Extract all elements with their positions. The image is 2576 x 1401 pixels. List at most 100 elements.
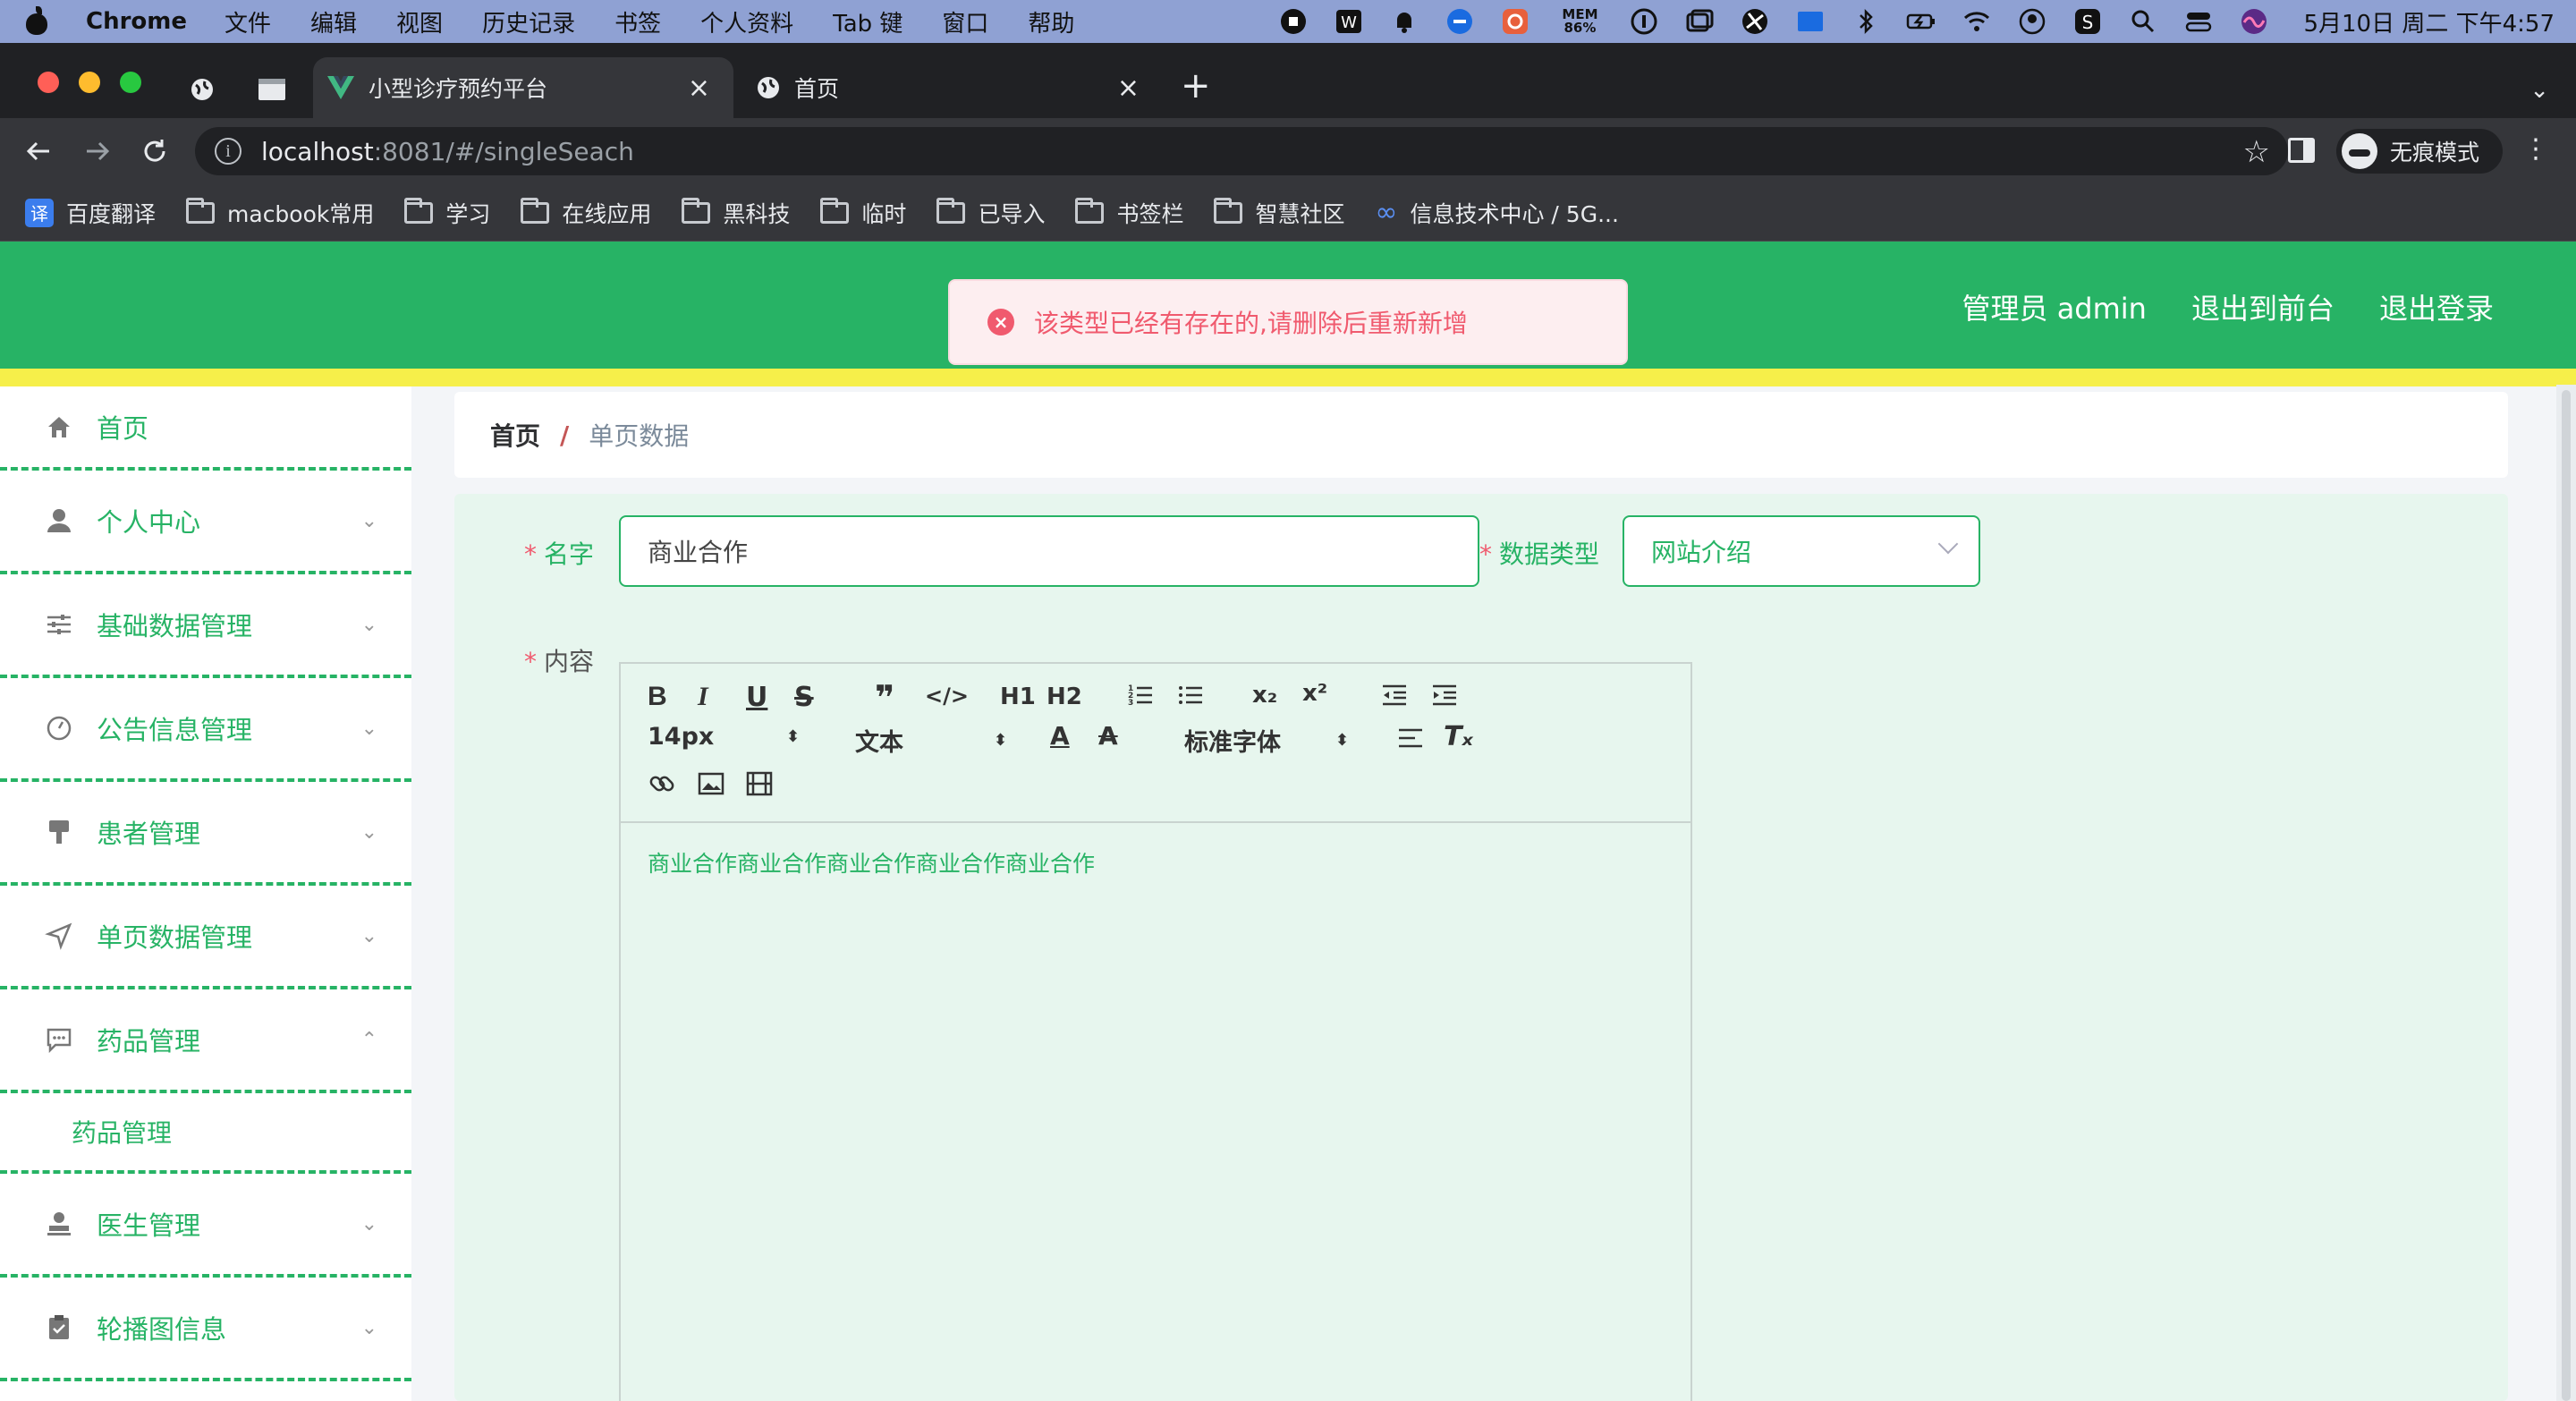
page-scrollbar[interactable] [2556, 385, 2576, 1401]
menu-file[interactable]: 文件 [225, 5, 271, 38]
image-button[interactable] [698, 771, 724, 796]
battery-icon[interactable] [1906, 6, 1936, 37]
memory-indicator[interactable]: MEM 86% [1555, 8, 1604, 35]
pinned-tab-window[interactable] [240, 61, 304, 118]
menu-window[interactable]: 窗口 [942, 5, 988, 38]
breadcrumb-home[interactable]: 首页 [490, 417, 540, 453]
incognito-badge[interactable]: 无痕模式 [2336, 129, 2504, 174]
menu-app-name[interactable]: Chrome [86, 8, 187, 35]
video-button[interactable] [746, 771, 773, 796]
sidebar-item-doctors[interactable]: 医生管理 ⌄ [0, 1174, 411, 1278]
stop-circle-icon[interactable] [1278, 6, 1309, 37]
sidebar-item-notices[interactable]: 公告信息管理 ⌄ [0, 678, 411, 782]
menu-edit[interactable]: 编辑 [310, 5, 357, 38]
strike-button[interactable]: S [794, 682, 814, 713]
pinned-tab-globe[interactable] [170, 61, 234, 118]
address-bar[interactable]: i localhost:8081/#/singleSeach ☆ [195, 127, 2288, 175]
tab-search-chevron-icon[interactable]: ⌄ [2529, 77, 2549, 104]
settings-app-icon[interactable] [1500, 6, 1530, 37]
bell-icon[interactable] [1389, 6, 1419, 37]
underline-button[interactable]: U [746, 682, 767, 713]
superscript-button[interactable]: x² [1302, 680, 1327, 707]
browser-menu-kebab-icon[interactable]: ⋮ [2522, 136, 2549, 163]
align-button[interactable] [1397, 726, 1424, 750]
site-info-icon[interactable]: i [215, 138, 242, 165]
font-color-button[interactable]: A [1050, 721, 1070, 751]
menu-tab[interactable]: Tab 键 [833, 5, 902, 38]
new-tab-button[interactable]: + [1181, 68, 1211, 104]
italic-button[interactable]: I [698, 682, 708, 712]
outdent-button[interactable] [1381, 682, 1408, 709]
reload-button[interactable] [140, 136, 170, 166]
chat-bubble-icon[interactable] [1445, 6, 1475, 37]
blockquote-button[interactable]: ❞ [875, 678, 894, 717]
forward-button[interactable] [82, 136, 113, 166]
bookmark-folder[interactable]: 已导入 [936, 197, 1045, 229]
name-input[interactable]: 商业合作 [619, 515, 1479, 587]
tab-home[interactable]: 首页 × [742, 57, 1163, 118]
bookmark-info-center[interactable]: ∞ 信息技术中心 / 5G... [1375, 197, 1618, 229]
bookmark-folder[interactable]: 书签栏 [1075, 197, 1183, 229]
bookmark-folder[interactable]: 学习 [404, 197, 490, 229]
bluetooth-icon[interactable] [1851, 6, 1881, 37]
side-panel-icon[interactable] [2288, 138, 2315, 163]
sidebar-item-medicine[interactable]: 药品管理 ⌃ [0, 989, 411, 1093]
menu-view[interactable]: 视图 [396, 5, 443, 38]
menu-bookmarks[interactable]: 书签 [614, 5, 661, 38]
control-center-icon[interactable] [2183, 6, 2214, 37]
menu-history[interactable]: 历史记录 [482, 5, 575, 38]
bookmark-folder[interactable]: macbook常用 [186, 197, 374, 229]
bookmark-star-icon[interactable]: ☆ [2243, 134, 2270, 170]
sidebar-subitem-medicine[interactable]: 药品管理 [0, 1093, 411, 1174]
bullet-list-button[interactable] [1177, 682, 1204, 709]
subscript-button[interactable]: x₂ [1252, 682, 1277, 709]
sidebar-item-carousel[interactable]: 轮播图信息 ⌄ [0, 1278, 411, 1381]
windows-icon[interactable] [1684, 6, 1715, 37]
screen-icon[interactable] [1795, 6, 1826, 37]
font-family-select[interactable]: 标准字体 ⬍ [1184, 723, 1349, 758]
bookmark-folder[interactable]: 黑科技 [682, 197, 790, 229]
close-window-button[interactable] [38, 72, 59, 93]
bookmark-baidu-translate[interactable]: 译百度翻译 [25, 197, 156, 229]
fan-icon[interactable] [1740, 6, 1770, 37]
menu-help[interactable]: 帮助 [1028, 5, 1074, 38]
menu-profile[interactable]: 个人资料 [700, 5, 793, 38]
siri-icon[interactable] [2239, 6, 2269, 37]
sidebar-item-personal-center[interactable]: 个人中心 ⌄ [0, 471, 411, 574]
tab-close-button[interactable]: × [688, 72, 710, 104]
exit-to-frontend-link[interactable]: 退出到前台 [2191, 286, 2334, 327]
apple-logo-icon[interactable] [21, 6, 52, 37]
background-color-button[interactable]: A [1098, 721, 1118, 751]
user-account-icon[interactable] [2017, 6, 2047, 37]
code-block-button[interactable]: </> [925, 684, 969, 709]
s-app-icon[interactable]: S [2072, 6, 2103, 37]
sidebar-item-base-data[interactable]: 基础数据管理 ⌄ [0, 574, 411, 678]
menubar-clock[interactable]: 5月10日 周二 下午4:57 [2303, 5, 2555, 38]
word-icon[interactable]: W [1334, 6, 1364, 37]
heading2-button[interactable]: H2 [1046, 684, 1082, 710]
clear-format-button[interactable]: Tₓ [1444, 721, 1473, 752]
sidebar-item-single-page[interactable]: 单页数据管理 ⌄ [0, 886, 411, 989]
ordered-list-button[interactable]: 123 [1127, 682, 1154, 709]
onepassword-icon[interactable] [1629, 6, 1659, 37]
heading1-button[interactable]: H1 [1000, 684, 1036, 710]
link-button[interactable] [648, 769, 676, 798]
sidebar-item-patients[interactable]: 患者管理 ⌄ [0, 782, 411, 886]
tab-active[interactable]: 小型诊疗预约平台 × [313, 57, 733, 118]
heading-select[interactable]: 文本 ⬍ [855, 723, 1007, 758]
editor-content[interactable]: 商业合作商业合作商业合作商业合作商业合作 [621, 823, 1690, 902]
data-type-select[interactable]: 网站介绍 [1623, 515, 1980, 587]
bookmark-folder[interactable]: 智慧社区 [1214, 197, 1344, 229]
sidebar-item-home[interactable]: 首页 [0, 386, 411, 471]
wifi-icon[interactable] [1962, 6, 1992, 37]
back-button[interactable] [23, 136, 54, 166]
indent-button[interactable] [1431, 682, 1458, 709]
minimize-window-button[interactable] [79, 72, 100, 93]
logout-link[interactable]: 退出登录 [2379, 286, 2494, 327]
search-icon[interactable] [2128, 6, 2158, 37]
bookmark-folder[interactable]: 在线应用 [521, 197, 651, 229]
bold-button[interactable]: B [648, 682, 667, 712]
zoom-window-button[interactable] [120, 72, 141, 93]
bookmark-folder[interactable]: 临时 [820, 197, 906, 229]
font-size-select[interactable]: 14px ⬍ [648, 723, 800, 751]
